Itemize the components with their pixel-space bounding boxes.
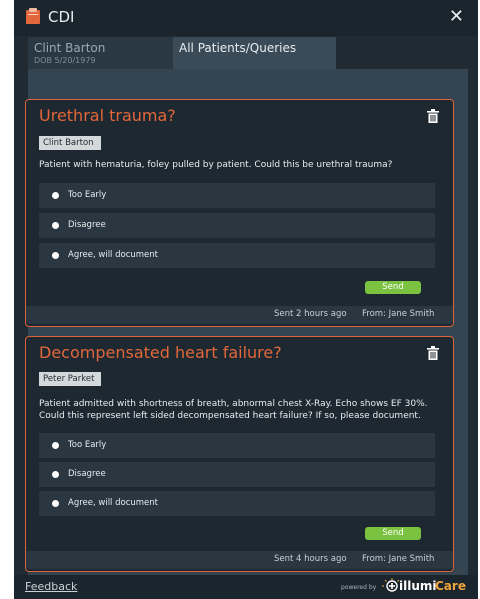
sent-time: Sent 2 hours ago <box>274 309 347 319</box>
radio-button[interactable] <box>52 442 59 449</box>
title-bar: CDI ✕ <box>14 0 478 36</box>
tab-patient[interactable]: Clint Barton DOB 5/20/1979 <box>28 37 175 69</box>
brand-name-illumi: illumi <box>399 579 437 593</box>
option-disagree[interactable]: Disagree <box>39 213 435 238</box>
window-title: CDI <box>48 8 75 26</box>
send-button[interactable]: Send <box>365 527 421 540</box>
option-disagree[interactable]: Disagree <box>39 462 435 487</box>
query-card: Decompensated heart failure? Peter Parke… <box>25 336 454 572</box>
query-card: Urethral trauma? Clint Barton Patient wi… <box>25 99 454 327</box>
powered-by-label: powered by <box>341 584 377 591</box>
sent-time: Sent 4 hours ago <box>274 554 347 564</box>
brand-name-care: Care <box>435 579 466 593</box>
option-label: Too Early <box>68 190 107 200</box>
query-footer: Sent 4 hours ago From: Jane Smith <box>26 551 453 569</box>
option-label: Too Early <box>68 440 107 450</box>
patient-tag: Peter Parket <box>39 372 102 386</box>
radio-button[interactable] <box>52 222 59 229</box>
option-label: Disagree <box>68 220 106 230</box>
close-icon[interactable]: ✕ <box>449 6 464 27</box>
option-label: Disagree <box>68 469 106 479</box>
radio-button[interactable] <box>52 471 59 478</box>
query-text-line: Patient with hematuria, foley pulled by … <box>39 160 393 170</box>
tab-all-patients-queries[interactable]: All Patients/Queries <box>173 37 336 69</box>
radio-button[interactable] <box>52 192 59 199</box>
option-too-early[interactable]: Too Early <box>39 183 435 208</box>
option-label: Agree, will document <box>68 250 159 260</box>
sent-from: From: Jane Smith <box>362 554 435 564</box>
patient-tag: Clint Barton <box>39 136 101 150</box>
trash-icon[interactable] <box>427 109 439 123</box>
clipboard-icon <box>26 8 40 24</box>
tab-label: All Patients/Queries <box>179 41 297 55</box>
query-text-line: Could this represent left sided decompen… <box>39 411 421 421</box>
option-agree-will-document[interactable]: Agree, will document <box>39 491 435 516</box>
query-title: Decompensated heart failure? <box>39 343 282 362</box>
radio-button[interactable] <box>52 252 59 259</box>
option-label: Agree, will document <box>68 498 159 508</box>
option-too-early[interactable]: Too Early <box>39 433 435 458</box>
query-text-line: Patient admitted with shortness of breat… <box>39 399 428 409</box>
query-footer: Sent 2 hours ago From: Jane Smith <box>26 306 453 324</box>
illumicare-logo-icon <box>382 578 400 592</box>
send-button[interactable]: Send <box>365 281 421 294</box>
footer-bar: Feedback powered by illumi Care <box>14 575 478 599</box>
radio-button[interactable] <box>52 500 59 507</box>
patient-dob: DOB 5/20/1979 <box>34 56 96 65</box>
trash-icon[interactable] <box>427 346 439 360</box>
option-agree-will-document[interactable]: Agree, will document <box>39 243 435 268</box>
feedback-link[interactable]: Feedback <box>25 580 77 593</box>
query-title: Urethral trauma? <box>39 106 176 125</box>
sent-from: From: Jane Smith <box>362 309 435 319</box>
patient-name: Clint Barton <box>34 41 106 55</box>
